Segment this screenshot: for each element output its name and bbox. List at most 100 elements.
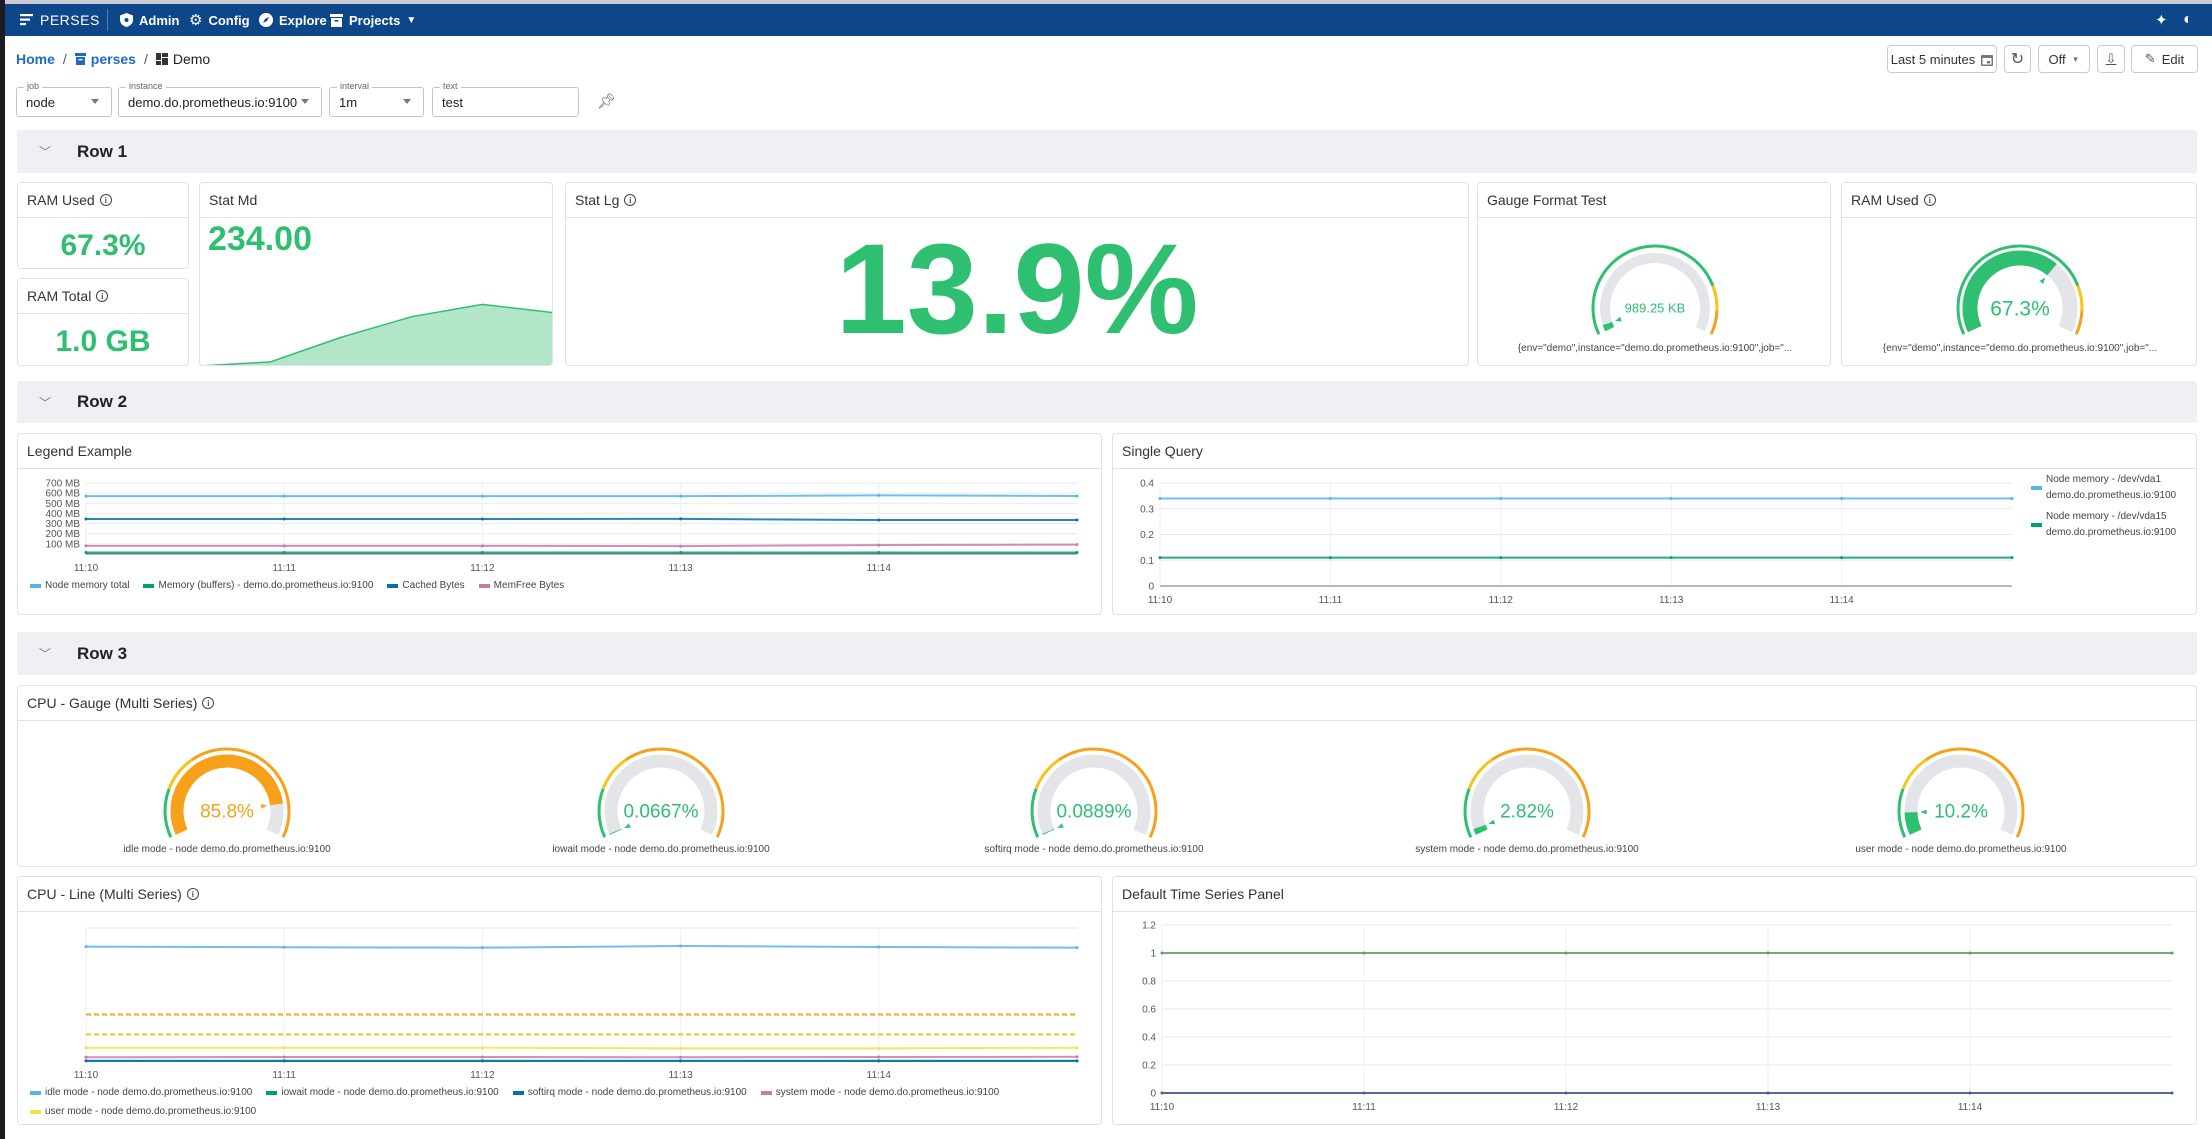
gauge-value: 2.82% xyxy=(1500,802,1554,823)
series-line[interactable] xyxy=(85,1055,1078,1059)
y-tick-label: 0.6 xyxy=(1142,1005,1156,1016)
row-header-1[interactable]: ﹀ Row 1 xyxy=(17,130,2197,173)
legend-item[interactable]: Cached Bytes xyxy=(387,580,465,591)
refresh-interval-select[interactable]: Off ▼ xyxy=(2038,45,2090,73)
nav-admin[interactable]: Admin xyxy=(120,4,179,36)
series-line[interactable] xyxy=(86,494,1078,498)
panel-gauge-format-test: Gauge Format Test 989.25 KB {env="demo",i… xyxy=(1477,182,1831,366)
row-title: Row 3 xyxy=(77,643,128,663)
legend-item[interactable]: Node memory - /dev/vda1 demo.do.prometheu… xyxy=(2031,474,2181,501)
data-point xyxy=(84,494,88,498)
panel-stat-lg: Stat Lg i 13.9% xyxy=(565,182,1469,366)
legend-swatch xyxy=(2031,522,2042,527)
refresh-button[interactable]: ↻ xyxy=(2004,45,2031,73)
data-point xyxy=(1075,518,1079,522)
gauge: 2.82% xyxy=(1447,736,1607,851)
gauge-value: 0.0667% xyxy=(623,802,698,823)
info-icon[interactable]: i xyxy=(624,194,637,206)
row-header-3[interactable]: ﹀ Row 3 xyxy=(17,632,2197,675)
gauge-chart: 0.0889% xyxy=(1030,747,1158,838)
time-range-label: Last 5 minutes xyxy=(1890,51,1976,67)
legend-item[interactable]: system mode - node demo.do.prometheus.io… xyxy=(760,1087,1000,1098)
legend-item[interactable]: Memory (buffers) - demo.do.prometheus.io… xyxy=(143,580,373,591)
info-icon[interactable]: i xyxy=(1923,194,1936,206)
legend-item[interactable]: softirq mode - node demo.do.prometheus.i… xyxy=(512,1087,747,1098)
legend-item[interactable]: Node memory - /dev/vda15 demo.do.promethe… xyxy=(2031,511,2181,538)
legend-item[interactable]: MemFree Bytes xyxy=(478,580,564,591)
ai-assistant-button[interactable]: ✦ xyxy=(2155,4,2168,36)
variable-interval[interactable]: interval 1m xyxy=(329,81,424,117)
info-icon[interactable]: i xyxy=(202,697,215,709)
legend-label: Node memory total xyxy=(45,580,130,591)
data-point xyxy=(1362,1091,1366,1095)
legend-item[interactable]: Node memory total xyxy=(30,580,129,591)
variable-value: demo.do.prometheus.io:9100 xyxy=(128,94,298,110)
gauge-pointer xyxy=(1920,809,1927,815)
nav-config[interactable]: ⚙ Config xyxy=(189,4,250,36)
perses-home-link[interactable]: PERSES xyxy=(20,4,100,36)
gauge-threshold-arc xyxy=(2076,285,2084,311)
caret-down-icon xyxy=(403,99,411,104)
legend-label: system mode - node demo.do.prometheus.io… xyxy=(775,1087,1000,1098)
pin-variables-button[interactable]: 📌︎ xyxy=(597,92,616,110)
magic-wand-icon: ✦ xyxy=(2155,12,2168,29)
edit-button[interactable]: ✎ Edit xyxy=(2131,45,2198,73)
legend-label: softirq mode - node demo.do.prometheus.i… xyxy=(527,1087,747,1098)
data-point xyxy=(84,550,88,554)
download-button[interactable]: ⇩ xyxy=(2097,45,2125,73)
nav-projects[interactable]: Projects ▼ xyxy=(330,4,416,36)
legend-label: Memory (buffers) - demo.do.prometheus.io… xyxy=(158,580,374,591)
series-line[interactable] xyxy=(85,944,1078,949)
brand-name: PERSES xyxy=(40,12,100,28)
info-icon[interactable]: i xyxy=(96,290,109,302)
series-line[interactable] xyxy=(86,543,1078,548)
y-tick-label: 300 MB xyxy=(46,519,81,530)
pencil-icon: ✎ xyxy=(2144,51,2156,66)
data-point xyxy=(2010,556,2014,560)
breadcrumb-dashboard-label: Demo xyxy=(172,51,211,67)
chevron-down-icon: ﹀ xyxy=(39,395,52,410)
data-point xyxy=(1075,946,1079,950)
legend-item[interactable]: iowait mode - node demo.do.prometheus.io… xyxy=(266,1087,499,1098)
data-point xyxy=(1328,496,1332,500)
time-range-picker[interactable]: Last 5 minutes xyxy=(1887,45,1997,73)
chart-legend: Node memory total Memory (buffers) - demo… xyxy=(30,580,1090,591)
breadcrumb-home[interactable]: Home xyxy=(16,51,55,67)
data-point xyxy=(84,945,88,949)
variable-text-input[interactable]: text test xyxy=(432,81,579,117)
data-point xyxy=(1766,951,1770,955)
data-point xyxy=(1840,556,1844,560)
data-point xyxy=(1362,951,1366,955)
series-line[interactable] xyxy=(86,1046,1078,1050)
breadcrumb-separator: / xyxy=(62,51,67,67)
variable-instance[interactable]: instance demo.do.prometheus.io:9100 xyxy=(118,81,322,117)
info-icon[interactable]: i xyxy=(99,194,112,206)
legend-swatch xyxy=(143,583,155,588)
calendar-icon xyxy=(1981,54,1994,66)
breadcrumb-project[interactable]: perses xyxy=(74,51,136,67)
data-point xyxy=(84,1059,88,1063)
archive-icon xyxy=(74,53,86,65)
theme-icon: ◐ xyxy=(2183,11,2193,28)
data-point xyxy=(1669,496,1673,500)
panel-ram-total: RAM Total i 1.0 GB xyxy=(17,278,189,366)
legend-item[interactable]: idle mode - node demo.do.prometheus.io:9… xyxy=(30,1087,252,1098)
panel-header: RAM Used i xyxy=(1842,183,2196,218)
theme-toggle-button[interactable]: ◐ xyxy=(2183,4,2193,36)
gauge-value: 85.8% xyxy=(200,802,254,823)
nav-explore[interactable]: Explore xyxy=(259,4,327,36)
row-header-2[interactable]: ﹀ Row 2 xyxy=(17,381,2197,423)
gauge-chart: 67.3% xyxy=(1956,244,2084,335)
data-point xyxy=(1158,556,1162,560)
legend-label: iowait mode - node demo.do.prometheus.io… xyxy=(281,1087,499,1098)
x-tick-label: 11:12 xyxy=(1554,1102,1579,1113)
legend-swatch xyxy=(30,1109,41,1114)
refresh-interval-value: Off xyxy=(2048,51,2066,67)
data-point xyxy=(1075,550,1079,554)
legend-swatch xyxy=(266,1090,278,1095)
breadcrumb: Home / perses / Demo xyxy=(16,51,210,67)
series-line[interactable] xyxy=(86,517,1077,522)
variable-job[interactable]: job node xyxy=(16,81,112,117)
gear-icon: ⚙ xyxy=(189,12,203,29)
legend-item[interactable]: user mode - node demo.do.prometheus.io:9… xyxy=(30,1106,256,1117)
